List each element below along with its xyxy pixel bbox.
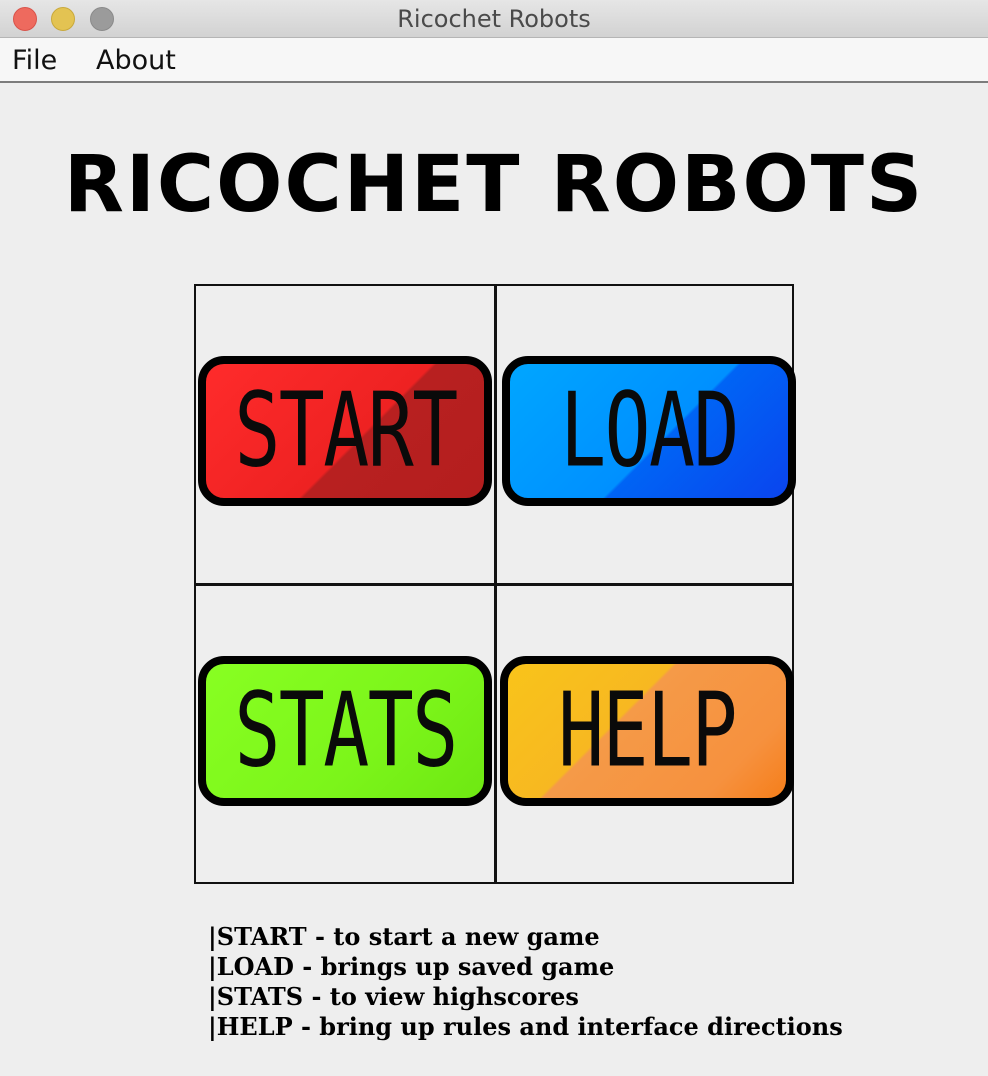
instruction-load: |LOAD - brings up saved game: [208, 952, 615, 981]
instruction-stats: |STATS - to view highscores: [208, 982, 579, 1011]
menu-bar: File About: [0, 38, 988, 83]
load-button-label: LOAD: [560, 371, 739, 491]
instruction-start: |START - to start a new game: [208, 922, 600, 951]
grid-cell-stats: STATS: [196, 586, 494, 884]
button-grid: START LOAD STATS HELP: [194, 284, 796, 884]
grid-divider-horizontal: [196, 583, 792, 586]
stats-button-label: STATS: [233, 671, 458, 791]
menu-file[interactable]: File: [12, 38, 57, 81]
start-button[interactable]: START: [198, 356, 492, 506]
instructions-list: |START - to start a new game |LOAD - bri…: [208, 922, 908, 1042]
window-title: Ricochet Robots: [397, 5, 591, 33]
grid-cell-help: HELP: [496, 586, 794, 884]
grid-cell-load: LOAD: [496, 286, 796, 584]
start-button-label: START: [233, 371, 458, 491]
page-title: RICOCHET ROBOTS: [63, 140, 925, 230]
window-titlebar: Ricochet Robots: [0, 0, 988, 38]
menu-about[interactable]: About: [96, 38, 176, 81]
stats-button[interactable]: STATS: [198, 656, 492, 806]
load-button[interactable]: LOAD: [502, 356, 796, 506]
help-button-label: HELP: [558, 671, 737, 791]
help-button[interactable]: HELP: [500, 656, 794, 806]
instruction-help: |HELP - bring up rules and interface dir…: [208, 1012, 843, 1041]
grid-cell-start: START: [196, 286, 494, 584]
